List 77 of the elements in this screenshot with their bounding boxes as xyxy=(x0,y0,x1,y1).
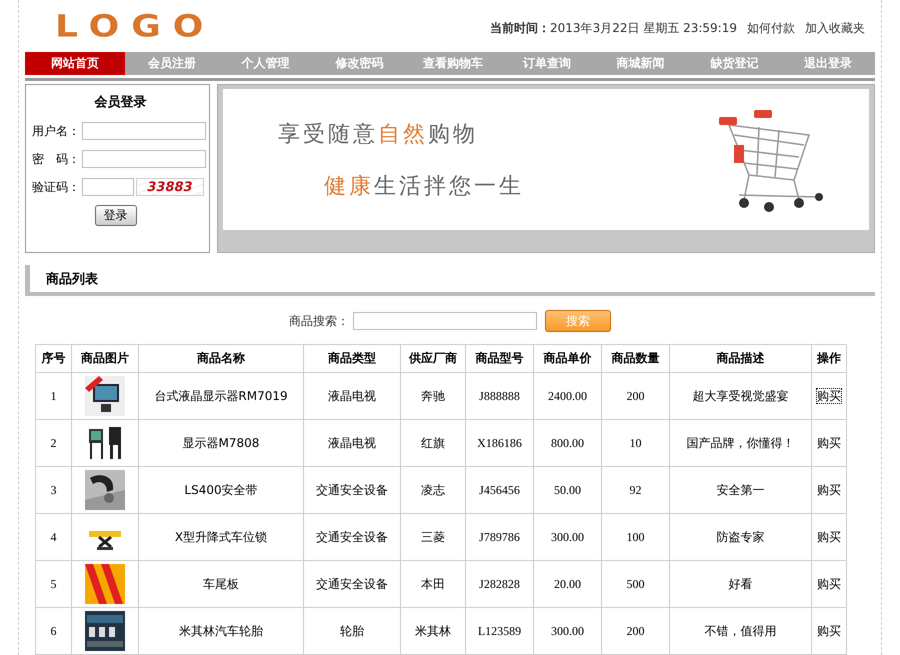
current-time: 当前时间：2013年3月22日 星期五 23:59:19 xyxy=(490,20,737,37)
table-cell: 2 xyxy=(36,420,72,467)
table-cell: 2400.00 xyxy=(534,372,602,420)
table-cell: 20.00 xyxy=(534,560,602,608)
table-cell: J282828 xyxy=(466,560,534,608)
table-cell: LS400安全带 xyxy=(138,466,304,514)
table-cell: X186186 xyxy=(466,420,534,467)
table-cell: 液晶电视 xyxy=(304,420,400,467)
table-cell: 50.00 xyxy=(534,466,602,514)
table-cell: 10 xyxy=(602,420,670,467)
banner-slogan: 健康生活拌您一生 xyxy=(323,172,524,201)
logo: LOGO xyxy=(55,8,216,44)
field-label: 用户名： xyxy=(32,122,80,140)
table-cell: 红旗 xyxy=(400,420,466,467)
table-cell: J888888 xyxy=(466,372,534,420)
table-cell: 100 xyxy=(602,514,670,561)
table-cell: 92 xyxy=(602,466,670,514)
table-cell: 凌志 xyxy=(400,466,466,514)
table-cell: 国产品牌，你懂得！ xyxy=(670,420,812,467)
table-cell: 800.00 xyxy=(534,420,602,467)
table-cell: 300.00 xyxy=(534,608,602,655)
column-header: 供应厂商 xyxy=(400,344,466,373)
table-cell: 3 xyxy=(36,466,72,514)
table-cell: 米其林汽车轮胎 xyxy=(138,608,304,655)
column-header: 操作 xyxy=(812,344,846,373)
captcha-field[interactable] xyxy=(82,178,134,196)
table-cell: 米其林 xyxy=(400,608,466,655)
column-header: 商品型号 xyxy=(466,344,534,373)
table-cell: 本田 xyxy=(400,560,466,608)
login-title: 会员登录 xyxy=(93,94,148,112)
table-cell: 交通安全设备 xyxy=(304,514,400,561)
table-cell: X型升降式车位锁 xyxy=(138,514,304,561)
column-header: 商品数量 xyxy=(602,344,670,373)
input-field[interactable] xyxy=(82,150,206,168)
table-cell: 交通安全设备 xyxy=(304,466,400,514)
table-cell: 5 xyxy=(36,560,72,608)
input-field[interactable] xyxy=(82,122,206,140)
header-link[interactable]: 加入收藏夹 xyxy=(805,20,865,37)
table-cell: 安全第一 xyxy=(670,466,812,514)
search-field[interactable] xyxy=(353,312,537,330)
column-header: 商品类型 xyxy=(304,344,400,373)
table-cell: 奔驰 xyxy=(400,372,466,420)
captcha-image: 33883 xyxy=(136,178,204,196)
table-cell: J789786 xyxy=(466,514,534,561)
table-cell: 200 xyxy=(602,372,670,420)
nav-tab[interactable]: 网站首页 xyxy=(25,52,125,76)
banner-slogan: 享受随意 自然 购物 xyxy=(278,120,479,149)
column-header: 序号 xyxy=(36,344,72,373)
table-cell: 三菱 xyxy=(400,514,466,561)
table-cell: 500 xyxy=(602,560,670,608)
table-cell: L123589 xyxy=(466,608,534,655)
header-link[interactable]: 如何付款 xyxy=(747,20,795,37)
table-cell: 好看 xyxy=(670,560,812,608)
search-label: 商品搜索： xyxy=(289,312,349,330)
table-cell: 轮胎 xyxy=(304,608,400,655)
table-cell: 1 xyxy=(36,372,72,420)
table-cell: 200 xyxy=(602,608,670,655)
column-header: 商品名称 xyxy=(138,344,304,373)
table-cell: 交通安全设备 xyxy=(304,560,400,608)
table-cell: 显示器M7808 xyxy=(138,420,304,467)
table-cell: 不错，值得用 xyxy=(670,608,812,655)
table-cell: 超大享受视觉盛宴 xyxy=(670,372,812,420)
login-button[interactable]: 登录 xyxy=(94,205,136,226)
column-header: 商品描述 xyxy=(670,344,812,373)
table-cell: 4 xyxy=(36,514,72,561)
field-label: 密 码： xyxy=(32,150,80,168)
table-cell: 台式液晶显示器RM7019 xyxy=(138,372,304,420)
table-cell: 液晶电视 xyxy=(304,372,400,420)
table-cell: J456456 xyxy=(466,466,534,514)
column-header: 商品图片 xyxy=(72,344,138,373)
section-title: 商品列表 xyxy=(46,270,98,288)
table-cell: 300.00 xyxy=(534,514,602,561)
column-header: 商品单价 xyxy=(534,344,602,373)
table-cell: 防盗专家 xyxy=(670,514,812,561)
field-label: 验证码： xyxy=(32,178,80,196)
table-cell: 车尾板 xyxy=(138,560,304,608)
table-cell: 6 xyxy=(36,608,72,655)
